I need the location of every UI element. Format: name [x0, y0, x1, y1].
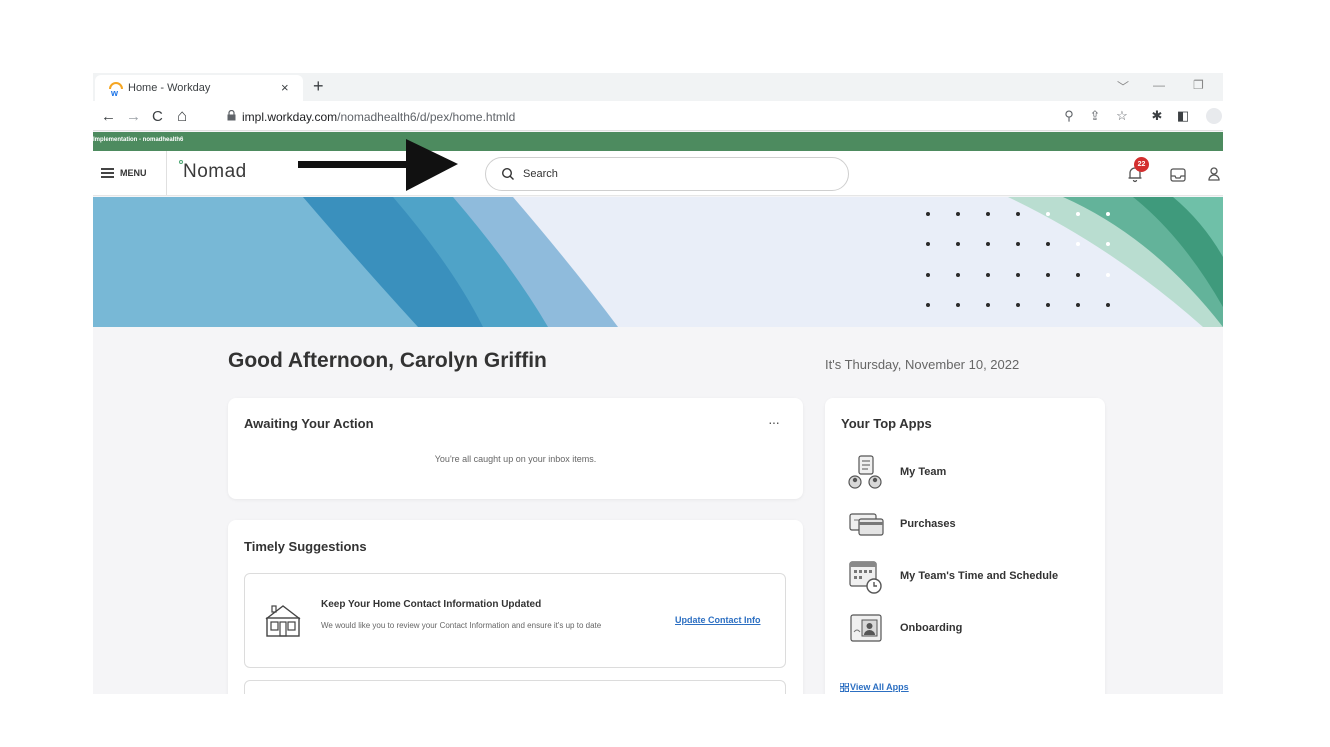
app-item-my-team[interactable]: My Team	[841, 452, 1091, 492]
app-label: Purchases	[900, 518, 956, 530]
header-divider	[166, 151, 167, 195]
environment-bar: Implementation - nomadhealth6	[93, 132, 1223, 151]
team-icon	[848, 455, 882, 489]
search-icon	[501, 167, 514, 180]
home-icon[interactable]: ⌂	[177, 106, 187, 126]
top-apps-card: Your Top Apps My Team Purchases My Team'…	[825, 398, 1105, 694]
restore-icon[interactable]: ❐	[1193, 78, 1204, 92]
purchases-icon	[849, 513, 884, 536]
search-placeholder: Search	[523, 168, 558, 180]
app-item-team-time-schedule[interactable]: My Team's Time and Schedule	[841, 556, 1091, 596]
timely-suggestions-title: Timely Suggestions	[244, 539, 367, 554]
app-label: My Team	[900, 466, 947, 478]
environment-label: Implementation - nomadhealth6	[93, 137, 184, 143]
app-item-purchases[interactable]: Purchases	[841, 504, 1091, 544]
update-contact-info-link[interactable]: Update Contact Info	[675, 615, 761, 625]
tab-title: Home - Workday	[128, 82, 211, 94]
house-icon	[265, 605, 301, 637]
tab-search-icon[interactable]: ﹀	[1117, 78, 1129, 95]
menu-label: MENU	[120, 168, 147, 178]
browser-toolbar: ← → C ⌂ impl.workday.com/nomadhealth6/d/…	[93, 101, 1223, 131]
zoom-icon[interactable]: ⚲	[1061, 108, 1077, 124]
menu-button[interactable]: MENU	[101, 165, 147, 181]
company-logo[interactable]: Nomad	[183, 161, 247, 183]
grid-icon	[840, 683, 849, 692]
bookmark-star-icon[interactable]: ☆	[1114, 108, 1130, 124]
arrow-annotation-icon	[298, 139, 458, 191]
app-label: My Team's Time and Schedule	[900, 570, 1059, 582]
minimize-icon[interactable]: —	[1153, 78, 1165, 92]
forward-icon[interactable]: →	[126, 108, 141, 125]
back-icon[interactable]: ←	[101, 108, 116, 125]
workday-window: w Home - Workday × + ﹀ — ❐ ← → C ⌂ impl.…	[93, 73, 1223, 694]
browser-profile-icon[interactable]	[1206, 108, 1222, 124]
onboarding-icon	[850, 614, 882, 642]
suggestion-item	[244, 680, 786, 694]
browser-tab[interactable]: w Home - Workday ×	[95, 75, 303, 101]
svg-text:w: w	[110, 88, 119, 97]
timely-suggestions-card: Timely Suggestions Keep Your Home Contac…	[228, 520, 803, 694]
hamburger-icon	[101, 168, 114, 178]
profile-icon[interactable]	[1208, 167, 1220, 181]
url-host: impl.workday.com	[242, 110, 338, 124]
url-path: /nomadhealth6/d/pex/home.htmld	[337, 110, 516, 124]
inbox-icon[interactable]	[1170, 168, 1186, 182]
search-input[interactable]: Search	[485, 157, 849, 191]
suggestion-title: Keep Your Home Contact Information Updat…	[321, 599, 542, 610]
inbox-empty-message: You're all caught up on your inbox items…	[434, 454, 597, 464]
app-item-onboarding[interactable]: Onboarding	[841, 608, 1091, 648]
top-apps-title: Your Top Apps	[841, 416, 932, 431]
app-header: MENU Nomad Search 22	[93, 151, 1223, 196]
calendar-clock-icon	[849, 561, 882, 594]
browser-tabstrip: w Home - Workday × + ﹀ — ❐	[93, 73, 1223, 101]
page-greeting: Good Afternoon, Carolyn Griffin	[228, 349, 547, 372]
lock-icon[interactable]	[227, 110, 236, 121]
notification-badge: 22	[1134, 157, 1149, 172]
home-banner	[93, 197, 1223, 327]
current-date: It's Thursday, November 10, 2022	[825, 357, 1020, 372]
awaiting-action-title: Awaiting Your Action	[244, 416, 374, 431]
view-all-apps-link[interactable]: View All Apps	[840, 682, 909, 692]
suggestion-item: Keep Your Home Contact Information Updat…	[244, 573, 786, 668]
awaiting-action-card: Awaiting Your Action ··· You're all caug…	[228, 398, 803, 499]
share-icon[interactable]: ⇪	[1087, 108, 1103, 124]
address-bar[interactable]: impl.workday.com/nomadhealth6/d/pex/home…	[242, 110, 515, 124]
more-options-icon[interactable]: ···	[768, 414, 780, 430]
extensions-icon[interactable]: ✱	[1149, 108, 1165, 124]
app-label: Onboarding	[900, 622, 963, 634]
reload-icon[interactable]: C	[152, 108, 163, 125]
workday-favicon-icon: w	[109, 82, 123, 97]
tab-close-icon[interactable]: ×	[281, 80, 289, 95]
new-tab-button[interactable]: +	[313, 76, 324, 97]
side-panel-icon[interactable]: ◧	[1175, 108, 1191, 124]
suggestion-description: We would like you to review your Contact…	[321, 621, 602, 630]
view-all-apps-label: View All Apps	[850, 682, 909, 692]
